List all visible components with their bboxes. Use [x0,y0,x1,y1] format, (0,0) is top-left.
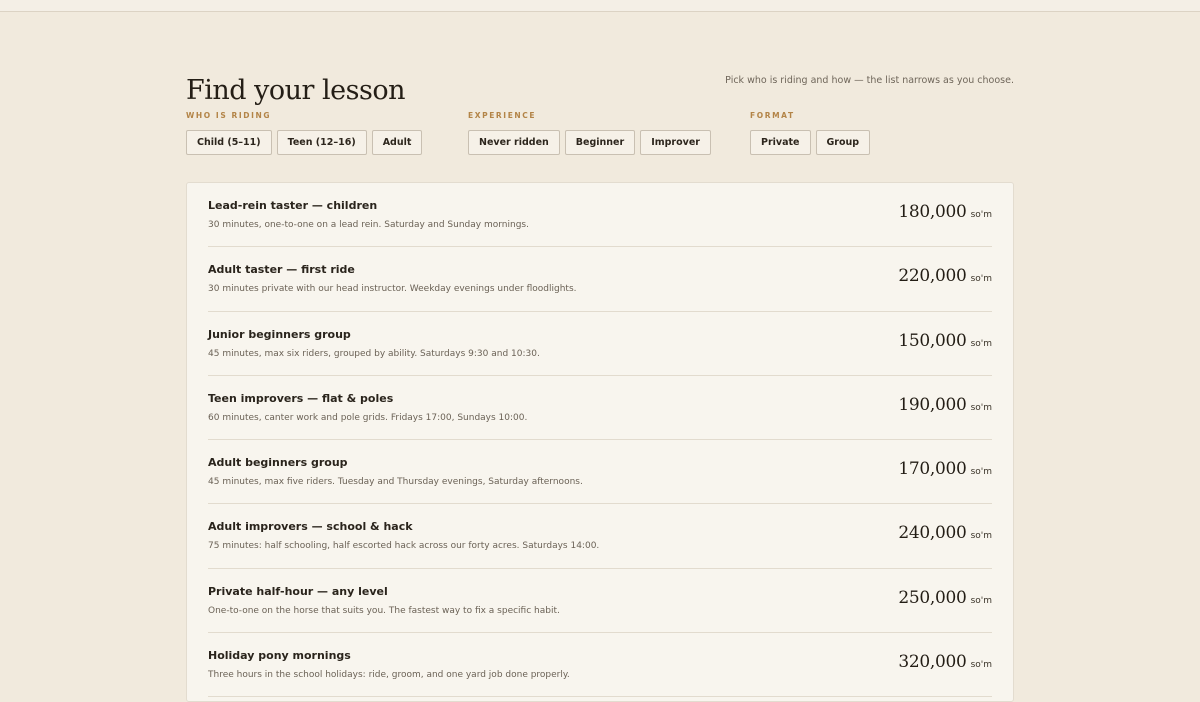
price-currency: so'm [970,660,992,671]
lesson-row[interactable]: Lead-rein taster — children 30 minutes, … [208,183,992,248]
filter-group-who: WHO IS RIDING Child (5–11) Teen (12–16) … [186,111,423,155]
lesson-title: Holiday pony mornings [208,649,351,663]
lesson-title: Adult taster — first ride [208,263,355,277]
lesson-description: 75 minutes: half schooling, half escorte… [208,541,600,552]
lesson-list: Lead-rein taster — children 30 minutes, … [186,182,1014,702]
filter-group-experience: EXPERIENCE Never ridden Beginner Improve… [468,111,711,155]
price-amount: 250,000 [898,587,967,608]
lesson-description: Three hours in the school holidays: ride… [208,670,570,681]
price-amount: 180,000 [898,202,967,222]
lesson-description: 30 minutes, one-to-one on a lead rein. S… [208,220,529,230]
lesson-title: Teen improvers — flat & poles [208,391,394,405]
price-currency: so'm [970,210,992,220]
lesson-row[interactable]: Teen improvers — flat & poles 60 minutes… [208,376,992,441]
lesson-price: 190,000 so'm [898,395,992,415]
lesson-description: 60 minutes, canter work and pole grids. … [208,412,528,423]
price-currency: so'm [970,467,992,478]
price-amount: 150,000 [898,330,967,351]
lesson-description: 30 minutes private with our head instruc… [208,284,577,295]
lesson-title: Junior beginners group [208,327,351,341]
lesson-row[interactable]: Junior beginners group 45 minutes, max s… [208,312,992,376]
lesson-title: Private half-hour — any level [208,584,388,598]
filter-group-format: FORMAT Private Group [750,111,871,155]
price-amount: 320,000 [898,652,967,673]
lesson-title: Adult beginners group [208,456,348,470]
filter-chip-private[interactable]: Private [750,130,811,155]
price-currency: so'm [970,274,992,285]
filter-chip-group[interactable]: Group [815,130,871,155]
lesson-price: 250,000 so'm [898,588,992,608]
lesson-price: 170,000 so'm [898,459,992,479]
filter-hint: Pick who is riding and how — the list na… [725,75,1014,86]
lesson-description: One-to-one on the horse that suits you. … [208,605,560,616]
lesson-price: 150,000 so'm [898,331,992,351]
lesson-price: 220,000 so'm [898,266,992,286]
lesson-title: Lead-rein taster — children [208,199,378,212]
page-title: Find your lesson [186,75,405,107]
lesson-row[interactable]: Adult taster — first ride 30 minutes pri… [208,247,992,312]
top-bar [0,0,1200,12]
lesson-row[interactable]: Adult beginners group 45 minutes, max fi… [208,440,992,505]
lesson-row[interactable]: Adult improvers — school & hack 75 minut… [208,504,992,569]
filter-group-label: FORMAT [750,111,795,120]
filter-chip-beginner[interactable]: Beginner [564,130,636,155]
filter-chips: Private Group [750,130,871,155]
filter-group-label: EXPERIENCE [468,111,537,120]
filter-chip-improver[interactable]: Improver [640,130,711,155]
lesson-row[interactable]: Private half-hour — any level One-to-one… [208,569,992,634]
filter-chips: Child (5–11) Teen (12–16) Adult [186,130,423,155]
filter-chip-teen[interactable]: Teen (12–16) [276,130,367,155]
price-amount: 240,000 [898,523,967,544]
lesson-price: 320,000 so'm [898,652,992,672]
price-currency: so'm [970,531,992,542]
price-currency: so'm [970,338,992,349]
lesson-description: 45 minutes, max five riders. Tuesday and… [208,477,583,488]
price-amount: 170,000 [898,459,967,480]
filter-group-label: WHO IS RIDING [186,111,272,120]
price-amount: 190,000 [898,394,967,415]
filter-chip-never-ridden[interactable]: Never ridden [468,130,560,155]
lesson-title: Adult improvers — school & hack [208,520,413,534]
lesson-row[interactable]: Holiday pony mornings Three hours in the… [208,633,992,698]
lesson-price: 180,000 so'm [898,202,992,222]
filter-chip-adult[interactable]: Adult [371,130,423,155]
price-currency: so'm [970,595,992,606]
price-amount: 220,000 [898,266,967,287]
filter-chip-child[interactable]: Child (5–11) [186,130,272,155]
filter-chips: Never ridden Beginner Improver [468,130,711,155]
price-currency: so'm [970,402,992,413]
lesson-description: 45 minutes, max six riders, grouped by a… [208,348,540,359]
lesson-price: 240,000 so'm [898,523,992,543]
